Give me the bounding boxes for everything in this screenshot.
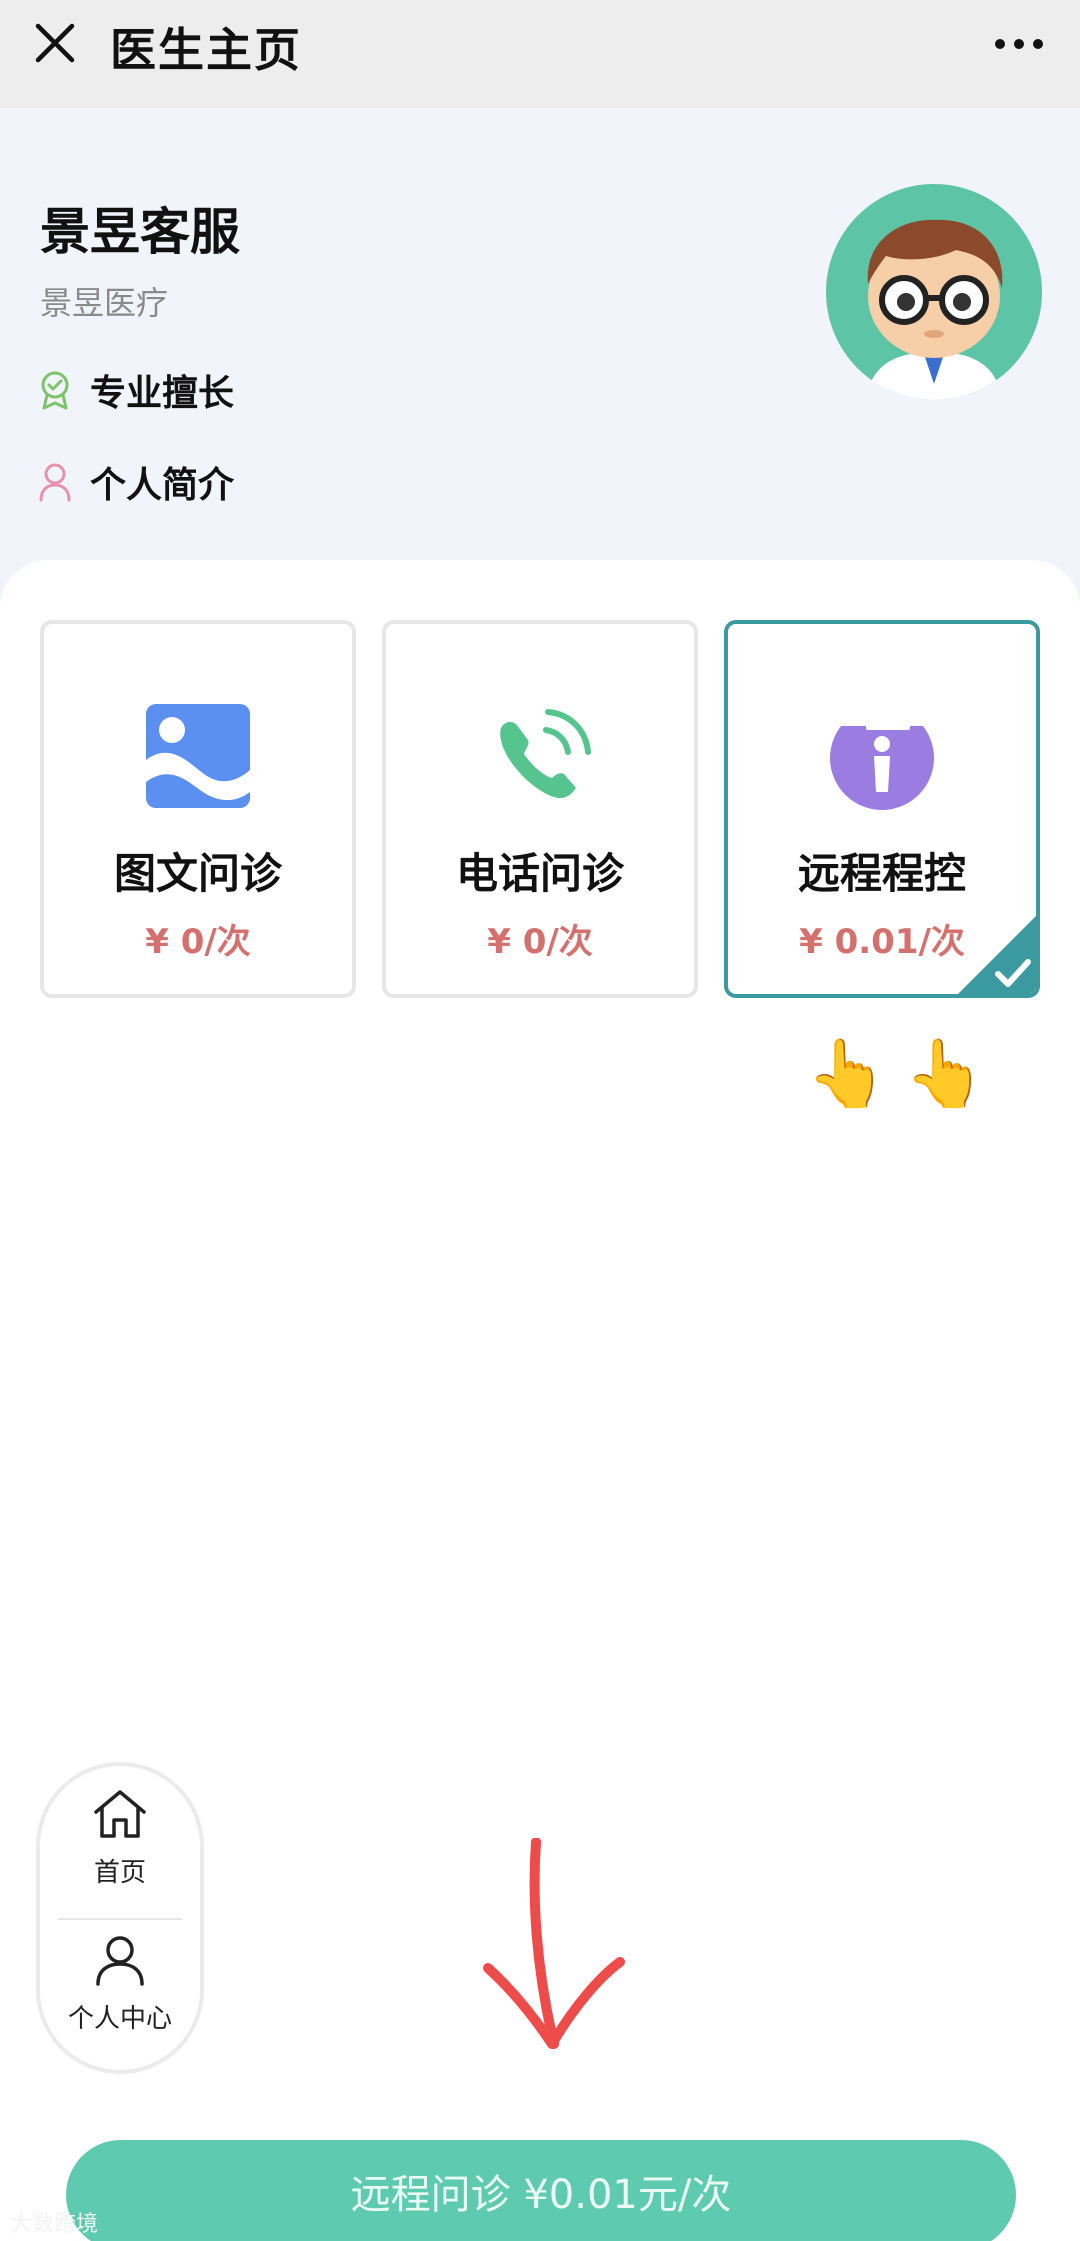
red-arrow-annotation	[483, 1838, 625, 2049]
nav-profile[interactable]: 个人中心	[40, 1934, 200, 2035]
doctor-profile: 景昱客服 景昱医疗 专业擅长 个人简介	[0, 108, 1080, 628]
nav-divider	[58, 1918, 182, 1920]
person-icon	[39, 463, 71, 502]
remote-consult-button[interactable]: 远程问诊 ¥0.01元/次	[66, 2140, 1016, 2241]
intro-row[interactable]: 个人简介	[38, 456, 234, 508]
service-card-text-consult[interactable]: 图文问诊 ¥ 0/次	[40, 620, 356, 998]
doctor-organization: 景昱医疗	[40, 284, 169, 322]
image-icon	[146, 704, 250, 808]
award-icon	[41, 371, 69, 410]
service-name: 电话问诊	[455, 849, 624, 898]
specialty-label: 专业擅长	[90, 373, 235, 414]
intro-label: 个人简介	[90, 465, 235, 506]
specialty-row[interactable]: 专业擅长	[38, 364, 234, 416]
service-name: 远程程控	[797, 849, 966, 898]
user-icon	[96, 1936, 144, 1986]
doctor-home-page: 医生主页 景昱客服 景昱医疗 专业擅长 个人简介 图文问诊 ¥ 0/次 电话问诊…	[0, 0, 1080, 2241]
selected-check-icon	[958, 916, 1036, 994]
service-card-phone-consult[interactable]: 电话问诊 ¥ 0/次	[382, 620, 698, 998]
floating-nav: 首页 个人中心	[36, 1762, 204, 2074]
doctor-cartoon-icon	[866, 219, 1003, 400]
page-title: 医生主页	[110, 23, 302, 77]
remote-icon	[826, 700, 938, 810]
close-icon[interactable]	[30, 18, 80, 68]
top-bar: 医生主页	[0, 0, 1080, 108]
nav-home[interactable]: 首页	[40, 1788, 200, 1889]
watermark: 大数跨境	[10, 2212, 99, 2237]
service-price: ¥ 0/次	[145, 922, 251, 962]
pointing-hands-emoji: 👆👆	[806, 1035, 1003, 1112]
more-icon[interactable]	[994, 36, 1044, 52]
service-price: ¥ 0/次	[487, 922, 593, 962]
service-card-remote-control[interactable]: 远程程控 ¥ 0.01/次	[724, 620, 1040, 998]
doctor-avatar	[826, 184, 1042, 400]
doctor-name: 景昱客服	[40, 203, 240, 261]
phone-icon	[500, 709, 591, 799]
nav-profile-label: 个人中心	[67, 2004, 172, 2034]
service-name: 图文问诊	[113, 849, 282, 898]
nav-home-label: 首页	[93, 1858, 146, 1888]
home-icon	[94, 1790, 146, 1838]
